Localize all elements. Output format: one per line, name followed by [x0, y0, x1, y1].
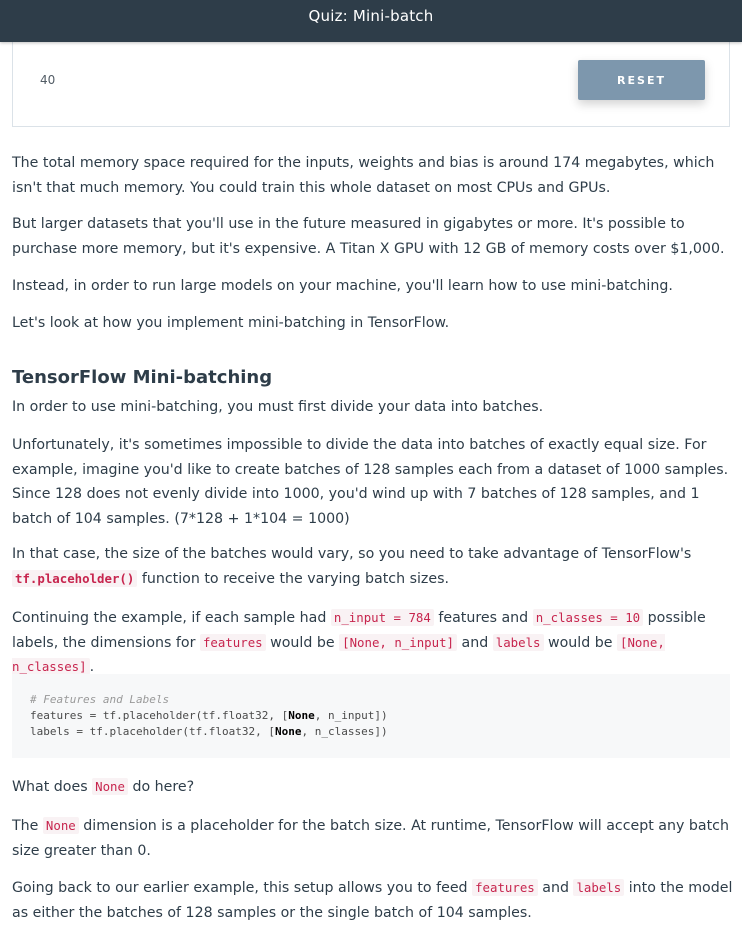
text: and [457, 634, 493, 651]
inline-code: None [42, 817, 79, 834]
inline-code: features [472, 879, 538, 896]
code-text: , n_classes]) [301, 725, 388, 738]
inline-code: features [199, 633, 266, 651]
reset-button[interactable]: RESET [578, 60, 705, 100]
quiz-value: 40 [40, 73, 56, 87]
paragraph-going-back: Going back to our earlier example, this … [12, 876, 734, 925]
text: do here? [127, 779, 195, 795]
code-text: labels = tf.placeholder(tf.float32, [ [30, 725, 276, 738]
paragraph-what-does: What does None do here? [12, 775, 734, 800]
paragraph-memory: The total memory space required for the … [12, 155, 715, 196]
paragraph-divide: In order to use mini-batching, you must … [12, 399, 544, 415]
text: features and [433, 610, 533, 626]
text: would be [543, 634, 618, 651]
code-block: # Features and Labels features = tf.plac… [12, 674, 730, 758]
text: and [537, 880, 574, 896]
code-keyword: None [288, 709, 315, 722]
paragraph-none-dimension: The None dimension is a placeholder for … [12, 814, 734, 863]
inline-code: [None, n_input] [339, 633, 458, 651]
code-text: features = tf.placeholder(tf.float32, [ [30, 709, 289, 722]
inline-code: n_classes = 10 [532, 609, 644, 626]
text: would be [265, 634, 340, 651]
section-heading: TensorFlow Mini-batching [12, 367, 273, 388]
paragraph-placeholder: In that case, the size of the batches wo… [12, 542, 734, 591]
paragraph-continuing: Continuing the example, if each sample h… [12, 606, 734, 680]
text: The [12, 818, 43, 834]
paragraph-instead: Instead, in order to run large models on… [12, 278, 673, 294]
paragraph-unfortunately: Unfortunately, it's sometimes impossible… [12, 437, 729, 527]
text: dimension is a placeholder for the batch… [12, 818, 729, 859]
inline-code: tf.placeholder() [12, 569, 138, 587]
code-comment: # Features and Labels [30, 693, 170, 706]
text: function to receive the varying batch si… [137, 570, 449, 587]
inline-code: labels [492, 633, 544, 651]
text: . [89, 659, 95, 675]
text: Continuing the example, if each sample h… [12, 610, 331, 626]
inline-code: labels [573, 879, 625, 896]
text: Going back to our earlier example, this … [12, 880, 473, 896]
code-keyword: None [275, 725, 302, 738]
top-bar: Quiz: Mini-batch [0, 0, 742, 42]
paragraph-lets-look: Let's look at how you implement mini-bat… [12, 315, 450, 331]
code-text: , n_input]) [314, 709, 388, 722]
inline-code: None [92, 778, 128, 795]
quiz-card: 40 RESET [12, 34, 730, 127]
page-title: Quiz: Mini-batch [308, 7, 434, 25]
paragraph-larger-datasets: But larger datasets that you'll use in t… [12, 216, 725, 257]
text: What does [12, 779, 93, 795]
inline-code: n_input = 784 [330, 609, 434, 626]
text: In that case, the size of the batches wo… [12, 546, 692, 562]
